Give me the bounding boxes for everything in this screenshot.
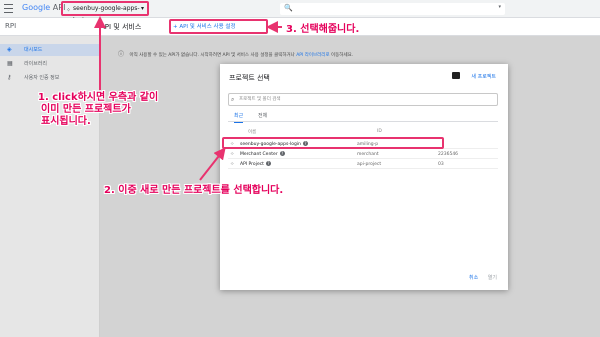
arrow-step2 [199, 147, 226, 181]
annotation-arrows [94, 16, 282, 181]
annotation-step2: 2. 이중 새로 만든 프로젝트를 선택합니다. [104, 185, 284, 196]
annotation-step3: 3. 선택해줍니다. [286, 24, 360, 35]
annotation-step1: 1. click하시면 우측과 같이 이미 만든 프로젝트가 표시됩니다. [38, 92, 159, 127]
